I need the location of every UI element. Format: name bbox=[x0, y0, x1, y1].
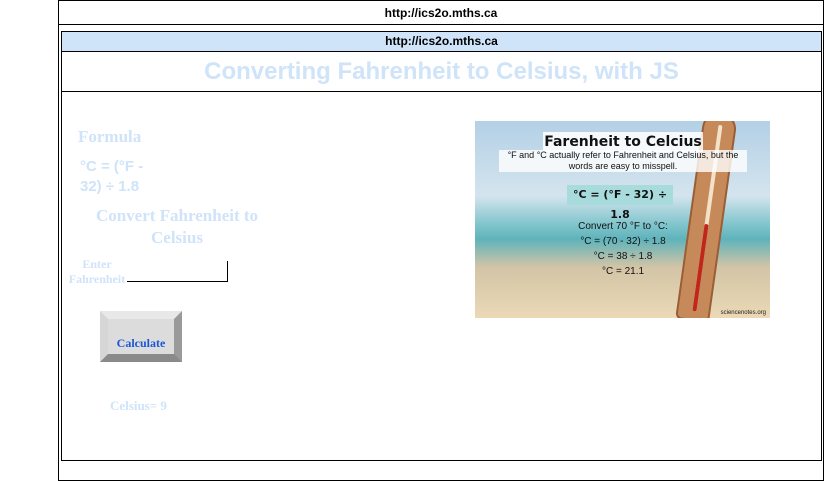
fahrenheit-celsius-infographic: Farenheit to Celcius °F and °C actually … bbox=[475, 121, 770, 318]
formula-line-1: °C = (°F - bbox=[80, 158, 144, 175]
infographic-subtitle: °F and °C actually refer to Fahrenheit a… bbox=[499, 150, 747, 172]
convert-heading: Convert Fahrenheit to Celsius bbox=[95, 206, 259, 247]
fahrenheit-input-label: Enter Fahrenheit bbox=[67, 257, 127, 287]
input-label-line-1: Enter bbox=[82, 257, 112, 271]
infographic-credit: sciencenotes.org bbox=[720, 310, 766, 316]
page-title: Converting Fahrenheit to Celsius, with J… bbox=[204, 58, 679, 85]
browser-frame-inner: http://ics2o.mths.ca Converting Fahrenhe… bbox=[61, 31, 822, 461]
outer-url-bar[interactable]: http://ics2o.mths.ca bbox=[59, 1, 823, 25]
fahrenheit-input[interactable] bbox=[127, 261, 228, 282]
infographic-title: Farenheit to Celcius bbox=[543, 132, 703, 152]
infographic-example: Convert 70 °F to °C: °C = (70 - 32) ÷ 1.… bbox=[555, 219, 691, 279]
formula-line-2: 32) ÷ 1.8 bbox=[80, 178, 140, 195]
example-line-4: °C = 21.1 bbox=[601, 266, 645, 277]
formula-text: °C = (°F - 32) ÷ 1.8 bbox=[80, 157, 156, 197]
celsius-result: Celsius= 9 bbox=[110, 398, 167, 413]
infographic-formula: °C = (°F - 32) ÷ 1.8 bbox=[567, 185, 673, 221]
calculate-button[interactable]: Calculate bbox=[100, 311, 182, 362]
thermometer-mercury bbox=[692, 223, 709, 312]
inner-url-bar[interactable]: http://ics2o.mths.ca bbox=[62, 32, 821, 52]
title-band: Converting Fahrenheit to Celsius, with J… bbox=[62, 52, 821, 92]
example-line-2: °C = (70 - 32) ÷ 1.8 bbox=[580, 236, 666, 247]
formula-heading: Formula bbox=[78, 127, 142, 146]
browser-frame-outer: http://ics2o.mths.ca http://ics2o.mths.c… bbox=[58, 0, 824, 481]
example-line-3: °C = 38 ÷ 1.8 bbox=[593, 251, 653, 262]
input-label-line-2: Fahrenheit bbox=[68, 272, 126, 286]
example-line-1: Convert 70 °F to °C: bbox=[578, 221, 668, 232]
